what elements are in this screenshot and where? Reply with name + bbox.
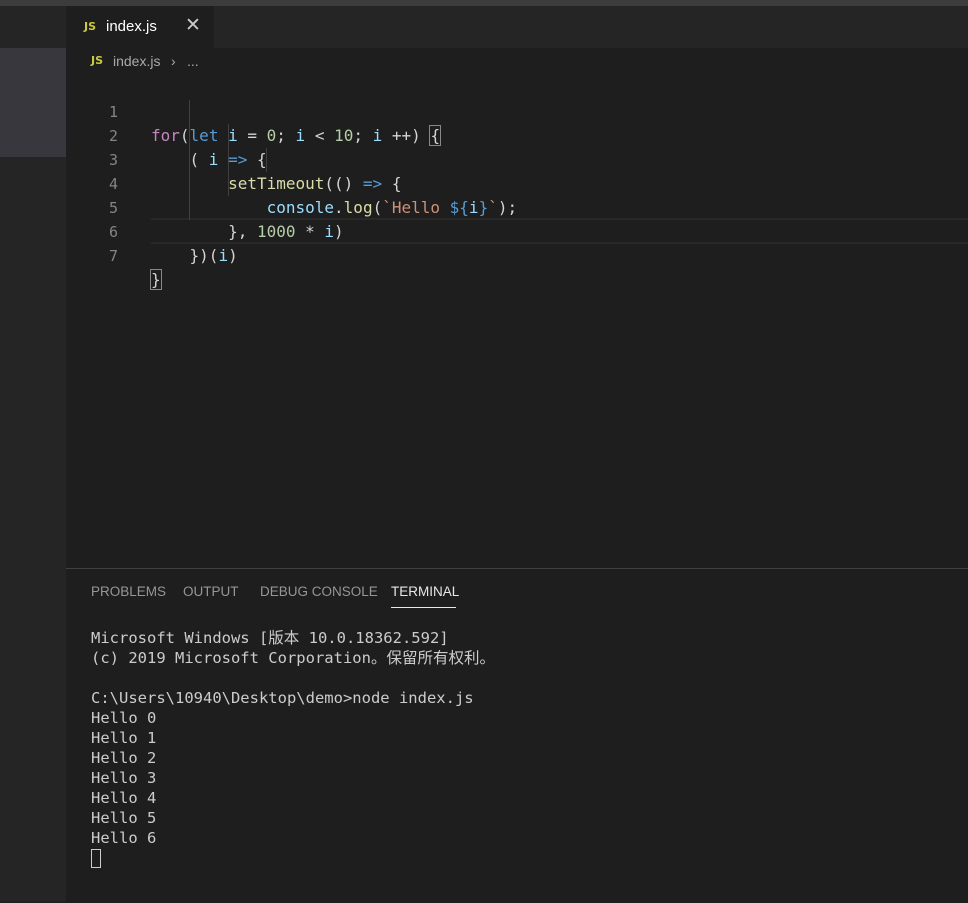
- terminal-line: Hello 2: [91, 749, 157, 767]
- terminal-line: (c) 2019 Microsoft Corporation。保留所有权利。: [91, 649, 495, 667]
- tab-index-js[interactable]: JS index.js ✕: [66, 6, 214, 48]
- code-line: 1 for(let i = 0; i < 10; i ++) {: [66, 76, 968, 146]
- tab-problems[interactable]: PROBLEMS: [91, 584, 166, 599]
- bottom-panel: PROBLEMS OUTPUT DEBUG CONSOLE TERMINAL M…: [66, 568, 968, 903]
- sidebar-selected-item[interactable]: [0, 48, 66, 157]
- sidebar: [0, 6, 66, 902]
- editor-tab-bar: JS index.js ✕: [66, 6, 968, 48]
- terminal-prompt-line[interactable]: [91, 848, 495, 868]
- terminal-line: Microsoft Windows [版本 10.0.18362.592]: [91, 629, 449, 647]
- code-line: 5 }, 1000 * i): [66, 172, 968, 241]
- terminal-line: Hello 0: [91, 709, 157, 727]
- breadcrumb-file[interactable]: index.js: [113, 53, 160, 69]
- tab-terminal[interactable]: TERMINAL: [391, 584, 459, 599]
- terminal-line: C:\Users\10940\Desktop\demo>node index.j…: [91, 689, 474, 707]
- code-line: 2 ( i => {: [66, 100, 968, 169]
- code-line: 4 console.log(`Hello ${i}`);: [66, 148, 968, 217]
- terminal-line: Hello 6: [91, 829, 157, 847]
- tab-label: index.js: [106, 18, 157, 35]
- line-number: 7: [108, 247, 118, 265]
- breadcrumb-symbols[interactable]: ...: [187, 53, 199, 69]
- terminal-line: Hello 1: [91, 729, 157, 747]
- terminal-line: Hello 3: [91, 769, 157, 787]
- terminal-line: Hello 4: [91, 789, 157, 807]
- code-line: 6 })(i): [66, 196, 968, 265]
- active-tab-indicator: [391, 607, 456, 608]
- terminal-output[interactable]: Microsoft Windows [版本 10.0.18362.592] (c…: [91, 628, 495, 868]
- code-line: 7 }: [66, 220, 968, 290]
- terminal-line: Hello 5: [91, 809, 157, 827]
- code-line: 3 setTimeout(() => {: [66, 124, 968, 193]
- code-text: }: [150, 269, 162, 290]
- tab-debug-console[interactable]: DEBUG CONSOLE: [260, 584, 378, 599]
- js-file-icon: JS: [84, 20, 97, 33]
- code-editor[interactable]: 1 for(let i = 0; i < 10; i ++) { 2 ( i =…: [66, 76, 968, 568]
- chevron-right-icon: ›: [171, 53, 176, 69]
- breadcrumb: JS index.js › ...: [66, 48, 968, 76]
- js-file-icon: JS: [91, 54, 104, 67]
- close-icon[interactable]: ✕: [185, 14, 201, 36]
- code-text: })(i): [151, 246, 238, 265]
- terminal-cursor: [91, 849, 101, 868]
- tab-output[interactable]: OUTPUT: [183, 584, 239, 599]
